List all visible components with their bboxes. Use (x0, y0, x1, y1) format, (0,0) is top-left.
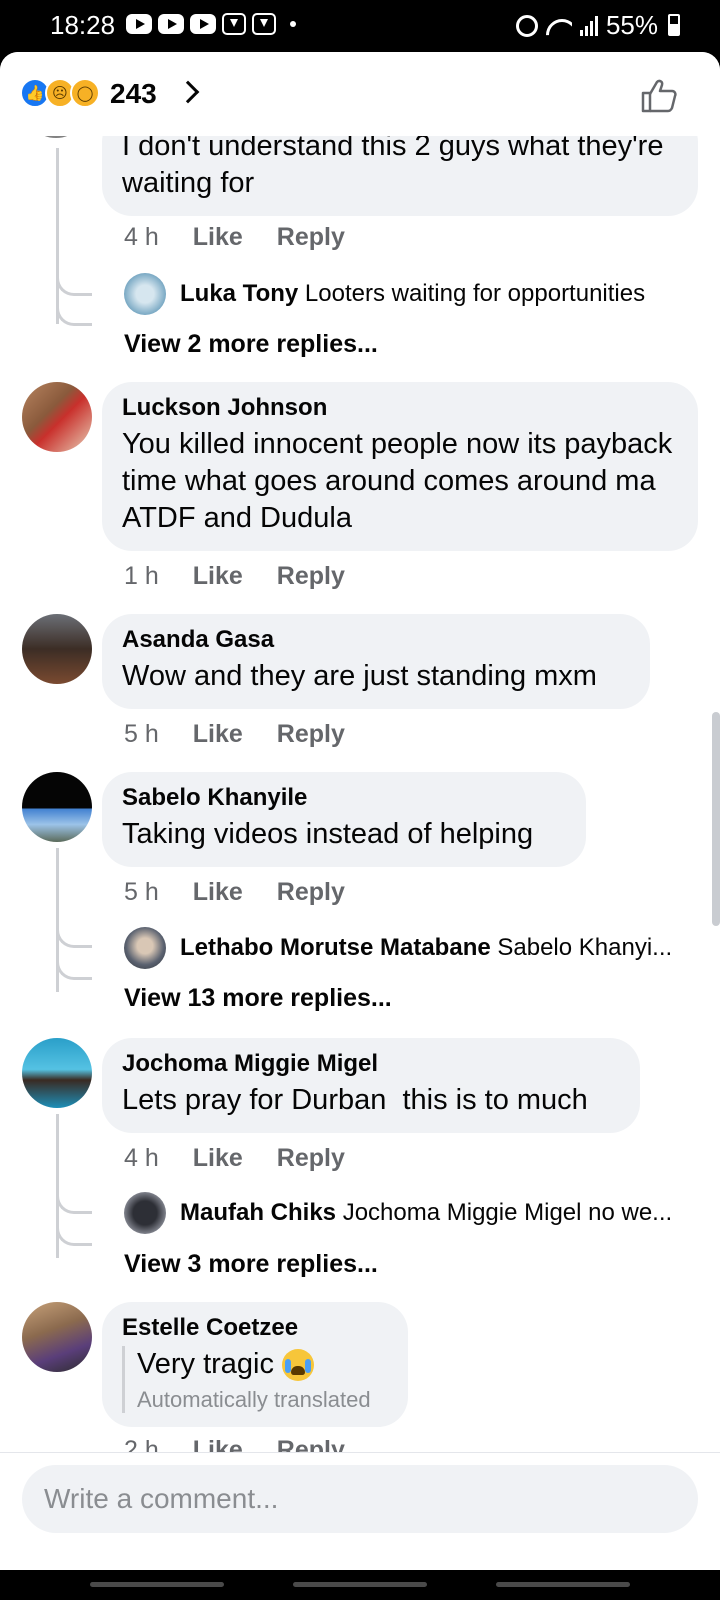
more-notifications-icon (290, 21, 296, 27)
reply-button[interactable]: Reply (277, 720, 345, 749)
view-more-replies[interactable]: View 3 more replies... (124, 1250, 378, 1279)
comment-author[interactable]: Asanda Gasa (122, 626, 630, 654)
thumbs-up-icon[interactable] (640, 78, 678, 114)
comment-input[interactable] (22, 1465, 698, 1533)
reply-preview[interactable]: Maufah Chiks Jochoma Miggie Migel no we.… (124, 1192, 672, 1234)
reply-author[interactable]: Lethabo Morutse Matabane (180, 934, 491, 961)
comment-text: Lets pray for Durban this is to much (122, 1084, 588, 1116)
comment-time: 5 h (124, 878, 159, 906)
status-bar: 18:28 55% (0, 0, 720, 52)
reply-author[interactable]: Maufah Chiks (180, 1199, 336, 1226)
comment-text: Wow and they are just standing mxm (122, 660, 597, 692)
thread-line (56, 148, 96, 324)
translated-block: Very tragic Automatically translated (122, 1346, 388, 1413)
nav-back-handle[interactable] (496, 1582, 630, 1587)
nav-home-handle[interactable] (293, 1582, 427, 1587)
comment-bubble[interactable]: Sabelo Khanyile Taking videos instead of… (102, 772, 586, 867)
comment-text: Taking videos instead of helping (122, 818, 534, 850)
comment-time: 4 h (124, 223, 159, 251)
reply-button[interactable]: Reply (277, 562, 345, 591)
navigation-bar (0, 1570, 720, 1600)
reactions-summary[interactable]: 👍 ☹ ◯ (20, 78, 100, 108)
like-button[interactable]: Like (193, 878, 243, 907)
scrollbar-thumb[interactable] (712, 712, 720, 926)
chevron-right-icon[interactable] (176, 80, 200, 104)
like-button[interactable]: Like (193, 223, 243, 252)
avatar (124, 927, 166, 969)
comments-sheet: I don't understand this 2 guys what they… (0, 52, 720, 1570)
view-more-replies[interactable]: View 13 more replies... (124, 984, 392, 1013)
system-icons: 55% (515, 10, 680, 41)
comment-bubble[interactable]: Luckson Johnson You killed innocent peop… (102, 382, 698, 551)
view-more-replies[interactable]: View 2 more replies... (124, 330, 378, 359)
avatar (124, 273, 166, 315)
comment-time: 4 h (124, 1144, 159, 1172)
comment-composer (0, 1452, 720, 1570)
wow-reaction-icon: ◯ (70, 78, 100, 108)
battery-icon (668, 14, 680, 36)
comment-actions: 1 h Like Reply (124, 562, 345, 591)
reactions-header: 👍 ☹ ◯ 243 (0, 52, 720, 136)
youtube-icon (190, 14, 216, 34)
comment-actions: 4 h Like Reply (124, 1144, 345, 1173)
reply-button[interactable]: Reply (277, 223, 345, 252)
avatar[interactable] (22, 1038, 92, 1108)
alarm-icon (515, 14, 538, 37)
reply-button[interactable]: Reply (277, 878, 345, 907)
wifi-icon (546, 15, 572, 37)
like-button[interactable]: Like (193, 1144, 243, 1173)
battery-percent: 55% (605, 10, 658, 40)
download-icon (252, 13, 276, 35)
youtube-icon (158, 14, 184, 34)
youtube-icon (126, 14, 152, 34)
nav-recents-handle[interactable] (90, 1582, 224, 1587)
comment-time: 1 h (124, 562, 159, 590)
like-button[interactable]: Like (193, 562, 243, 591)
reply-author[interactable]: Luka Tony (180, 280, 298, 307)
download-icon (222, 13, 246, 35)
reply-button[interactable]: Reply (277, 1144, 345, 1173)
comment-bubble[interactable]: Estelle Coetzee Very tragic Automaticall… (102, 1302, 408, 1427)
comment-bubble[interactable]: Jochoma Miggie Migel Lets pray for Durba… (102, 1038, 640, 1133)
comment-time: 5 h (124, 720, 159, 748)
avatar (124, 1192, 166, 1234)
reply-text: Jochoma Miggie Migel no we... (342, 1199, 673, 1226)
comment-actions: 5 h Like Reply (124, 720, 345, 749)
comment-text: I don't understand this 2 guys what they… (122, 130, 664, 199)
comment-author[interactable]: Estelle Coetzee (122, 1314, 388, 1342)
avatar[interactable] (22, 382, 92, 452)
avatar[interactable] (22, 1302, 92, 1372)
translated-label[interactable]: Automatically translated (137, 1387, 388, 1413)
comment-actions: 5 h Like Reply (124, 878, 345, 907)
comment-bubble[interactable]: Asanda Gasa Wow and they are just standi… (102, 614, 650, 709)
notification-icons (126, 13, 296, 35)
avatar[interactable] (22, 614, 92, 684)
avatar[interactable] (22, 772, 92, 842)
like-button[interactable]: Like (193, 720, 243, 749)
reply-preview[interactable]: Lethabo Morutse Matabane Sabelo Khanyi..… (124, 927, 672, 969)
signal-icon (579, 15, 598, 36)
comment-text: You killed innocent people now its payba… (122, 428, 673, 534)
reply-text: Sabelo Khanyi... (497, 934, 673, 961)
reply-text: Looters waiting for opportunities (304, 280, 646, 307)
comment-author[interactable]: Sabelo Khanyile (122, 784, 566, 812)
reaction-count[interactable]: 243 (110, 78, 157, 110)
status-time: 18:28 (50, 10, 116, 40)
comment-actions: 4 h Like Reply (124, 223, 345, 252)
comment-author[interactable]: Jochoma Miggie Migel (122, 1050, 620, 1078)
comment-list[interactable]: I don't understand this 2 guys what they… (0, 52, 720, 1464)
reply-preview[interactable]: Luka Tony Looters waiting for opportunit… (124, 273, 645, 315)
comment-text: Very tragic (137, 1348, 274, 1380)
crying-face-icon (282, 1349, 315, 1382)
comment-author[interactable]: Luckson Johnson (122, 394, 678, 422)
